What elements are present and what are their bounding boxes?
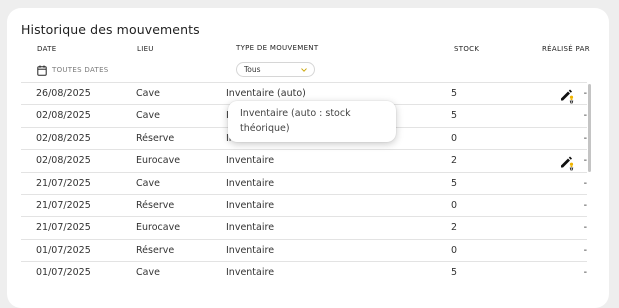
cell-by: - (583, 155, 587, 167)
cell-type: Inventaire (226, 199, 275, 211)
cell-date: 26/08/2025 (36, 88, 91, 99)
cell-stock: 2 (451, 222, 458, 234)
cell-stock: 5 (451, 267, 458, 279)
cell-stock: 2 (451, 155, 458, 167)
edit-pencil-icon[interactable] (559, 153, 575, 171)
cell-stock: 5 (451, 177, 458, 189)
cell-lieu: Eurocave (136, 222, 181, 234)
cell-by: - (583, 177, 587, 189)
cell-by: - (583, 244, 587, 256)
cell-by: - (583, 199, 587, 211)
header-date[interactable]: DATE (37, 45, 56, 53)
cell-by: - (583, 267, 587, 279)
cell-type: Inventaire (226, 244, 275, 256)
cell-lieu: Cave (136, 267, 160, 279)
cell-date: 02/08/2025 (36, 132, 91, 144)
calendar-icon (37, 65, 47, 76)
cell-date: 01/07/2025 (36, 267, 91, 279)
table-row[interactable]: 21/07/2025 Réserve Inventaire 0 - (21, 193, 587, 216)
cell-lieu: Réserve (136, 244, 175, 256)
table-row[interactable]: 02/08/2025 Eurocave Inventaire 2 - (21, 149, 587, 171)
cell-date: 01/07/2025 (36, 244, 91, 256)
table-row[interactable]: 01/07/2025 Réserve Inventaire 0 - (21, 238, 587, 261)
cell-date: 02/08/2025 (36, 155, 91, 167)
cell-lieu: Eurocave (136, 155, 181, 167)
cell-stock: 0 (451, 199, 458, 211)
header-by[interactable]: RÉALISÉ PAR (542, 45, 590, 53)
movement-type-tooltip: Inventaire (auto : stock théorique) (228, 101, 396, 142)
cell-type: Inventaire (226, 177, 275, 189)
cell-type: Inventaire (226, 267, 275, 279)
cell-lieu: Réserve (136, 132, 175, 144)
header-lieu[interactable]: LIEU (137, 45, 154, 53)
edit-pencil-icon[interactable] (559, 86, 575, 104)
cell-stock: 0 (451, 132, 458, 144)
cell-by: - (583, 222, 587, 234)
date-filter[interactable]: TOUTES DATES (37, 64, 109, 76)
cell-type: Inventaire (226, 155, 275, 167)
header-stock[interactable]: STOCK (454, 45, 479, 53)
cell-stock: 5 (451, 88, 458, 99)
cell-lieu: Cave (136, 177, 160, 189)
chevron-down-icon (300, 64, 308, 75)
cell-stock: 0 (451, 244, 458, 256)
cell-date: 02/08/2025 (36, 110, 91, 122)
cell-by: - (583, 132, 587, 144)
cell-lieu: Réserve (136, 199, 175, 211)
cell-by: - (583, 88, 587, 99)
header-type[interactable]: TYPE DE MOUVEMENT (236, 44, 318, 52)
table-row[interactable]: 21/07/2025 Cave Inventaire 5 - (21, 171, 587, 194)
type-filter-select[interactable]: Tous (236, 62, 315, 77)
table-row[interactable]: 01/07/2025 Cave Inventaire 5 - (21, 261, 587, 283)
cell-stock: 5 (451, 110, 458, 122)
type-filter-value: Tous (244, 65, 261, 74)
cell-lieu: Cave (136, 88, 160, 99)
date-filter-label: TOUTES DATES (52, 66, 109, 74)
cell-date: 21/07/2025 (36, 199, 91, 211)
cell-date: 21/07/2025 (36, 222, 91, 234)
cell-lieu: Cave (136, 110, 160, 122)
cell-by: - (583, 110, 587, 122)
table-row[interactable]: 21/07/2025 Eurocave Inventaire 2 - (21, 216, 587, 238)
panel-title: Historique des mouvements (21, 22, 200, 37)
cell-date: 21/07/2025 (36, 177, 91, 189)
cell-type: Inventaire (auto) (226, 88, 306, 99)
cell-type: Inventaire (226, 222, 275, 234)
scrollbar[interactable] (588, 84, 591, 172)
